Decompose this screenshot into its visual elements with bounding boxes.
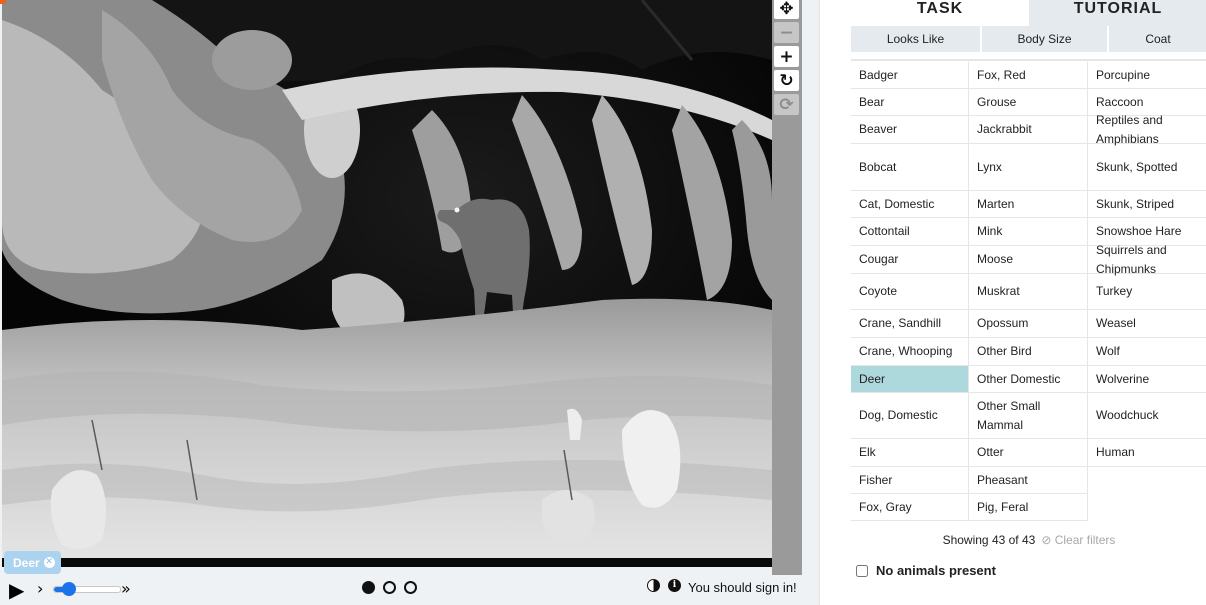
choice-fox-gray[interactable]: Fox, Gray [851, 494, 969, 521]
annotation-tag[interactable]: Deer ✕ [4, 551, 61, 574]
annotation-tag-label: Deer [13, 555, 40, 570]
choice-marten[interactable]: Marten [969, 191, 1088, 218]
choice-human[interactable]: Human [1088, 439, 1206, 467]
choice-woodchuck[interactable]: Woodchuck [1088, 393, 1206, 439]
choice-crane-sandhill[interactable]: Crane, Sandhill [851, 310, 969, 338]
rotate-icon[interactable]: ↻ [774, 70, 799, 91]
speed-slider[interactable] [53, 582, 121, 596]
move-icon[interactable]: ✥ [774, 0, 799, 19]
filter-bar: Looks Like Body Size Coat [851, 26, 1206, 52]
no-animals-label: No animals present [876, 563, 996, 578]
choice-coyote[interactable]: Coyote [851, 274, 969, 310]
subject-viewer: ✥ − + ↻ ⟳ Deer ✕ ▶ › » i You should sign… [0, 0, 819, 605]
frame-dot-3[interactable] [404, 581, 417, 594]
choice-lynx[interactable]: Lynx [969, 144, 1088, 191]
choice-fox-red[interactable]: Fox, Red [969, 62, 1088, 89]
image-toolbar: ✥ − + ↻ ⟳ [772, 0, 802, 575]
choice-turkey[interactable]: Turkey [1088, 274, 1206, 310]
filter-looks-like[interactable]: Looks Like [851, 26, 980, 52]
choice-wolf[interactable]: Wolf [1088, 338, 1206, 366]
choice-bear[interactable]: Bear [851, 89, 969, 116]
choice-opossum[interactable]: Opossum [969, 310, 1088, 338]
zoom-in-icon[interactable]: + [774, 46, 799, 67]
tab-task[interactable]: TASK [851, 0, 1029, 26]
choices-divider [851, 59, 1206, 61]
choice-dog-domestic[interactable]: Dog, Domestic [851, 393, 969, 439]
frame-selector [362, 581, 417, 594]
zoom-out-icon[interactable]: − [774, 22, 799, 43]
choice-cougar[interactable]: Cougar [851, 246, 969, 274]
choice-bobcat[interactable]: Bobcat [851, 144, 969, 191]
frame-dot-1[interactable] [362, 581, 375, 594]
choice-badger[interactable]: Badger [851, 62, 969, 89]
filter-body-size[interactable]: Body Size [982, 26, 1107, 52]
choice-other-small-mammal[interactable]: Other Small Mammal [969, 393, 1088, 439]
choice-fisher[interactable]: Fisher [851, 467, 969, 494]
invert-contrast-icon[interactable] [647, 579, 660, 592]
info-icon[interactable]: i [668, 579, 681, 592]
task-tabs: TASK TUTORIAL [851, 0, 1206, 26]
no-animals-input[interactable] [856, 564, 868, 577]
choice-porcupine[interactable]: Porcupine [1088, 62, 1206, 89]
clear-filters-label: Clear filters [1054, 533, 1116, 547]
choice-crane-whooping[interactable]: Crane, Whooping [851, 338, 969, 366]
play-icon[interactable]: ▶ [9, 578, 24, 602]
choice-skunk-spotted[interactable]: Skunk, Spotted [1088, 144, 1206, 191]
choice-cottontail[interactable]: Cottontail [851, 218, 969, 246]
choice-beaver[interactable]: Beaver [851, 116, 969, 144]
choice-muskrat[interactable]: Muskrat [969, 274, 1088, 310]
choice-elk[interactable]: Elk [851, 439, 969, 467]
subject-image[interactable] [2, 0, 772, 567]
frame-dot-2[interactable] [383, 581, 396, 594]
choice-mink[interactable]: Mink [969, 218, 1088, 246]
choice-other-bird[interactable]: Other Bird [969, 338, 1088, 366]
choice-grouse[interactable]: Grouse [969, 89, 1088, 116]
choice-pheasant[interactable]: Pheasant [969, 467, 1088, 494]
reset-icon[interactable]: ⟳ [774, 94, 799, 115]
tab-tutorial[interactable]: TUTORIAL [1029, 0, 1206, 26]
showing-text: Showing 43 of 43 [942, 533, 1036, 547]
choice-otter[interactable]: Otter [969, 439, 1088, 467]
choice-jackrabbit[interactable]: Jackrabbit [969, 116, 1088, 144]
choice-reptiles-and-amphibians[interactable]: Reptiles and Amphibians [1088, 113, 1206, 146]
results-count: Showing 43 of 43 ⊘ Clear filters [851, 533, 1206, 547]
sign-in-message: You should sign in! [688, 580, 797, 595]
image-bottom-strip [2, 558, 772, 567]
clear-filters-button[interactable]: ⊘ Clear filters [1041, 533, 1115, 547]
speed-slider-handle[interactable] [62, 582, 77, 596]
no-animals-checkbox[interactable]: No animals present [856, 563, 996, 578]
corner-marker [0, 0, 6, 4]
choice-skunk-striped[interactable]: Skunk, Striped [1088, 191, 1206, 218]
choice-pig-feral[interactable]: Pig, Feral [969, 494, 1088, 521]
task-panel: TASK TUTORIAL Looks Like Body Size Coat … [819, 0, 1206, 605]
choice-cat-domestic[interactable]: Cat, Domestic [851, 191, 969, 218]
choice-deer[interactable]: Deer [851, 366, 969, 393]
remove-tag-icon[interactable]: ✕ [43, 557, 55, 568]
species-choices: Badger Bear Beaver Bobcat Cat, Domestic Cotto… [851, 62, 1206, 521]
choice-squirrels-and-chipmunks[interactable]: Squirrels and Chipmunks [1088, 243, 1206, 276]
filter-coat[interactable]: Coat [1109, 26, 1206, 52]
fast-forward-icon[interactable]: » [121, 579, 131, 598]
choice-weasel[interactable]: Weasel [1088, 310, 1206, 338]
playback-controls: ▶ › » i You should sign in! [0, 575, 819, 605]
choice-moose[interactable]: Moose [969, 246, 1088, 274]
step-forward-icon[interactable]: › [37, 579, 43, 598]
choice-other-domestic[interactable]: Other Domestic [969, 366, 1088, 393]
choice-wolverine[interactable]: Wolverine [1088, 366, 1206, 393]
